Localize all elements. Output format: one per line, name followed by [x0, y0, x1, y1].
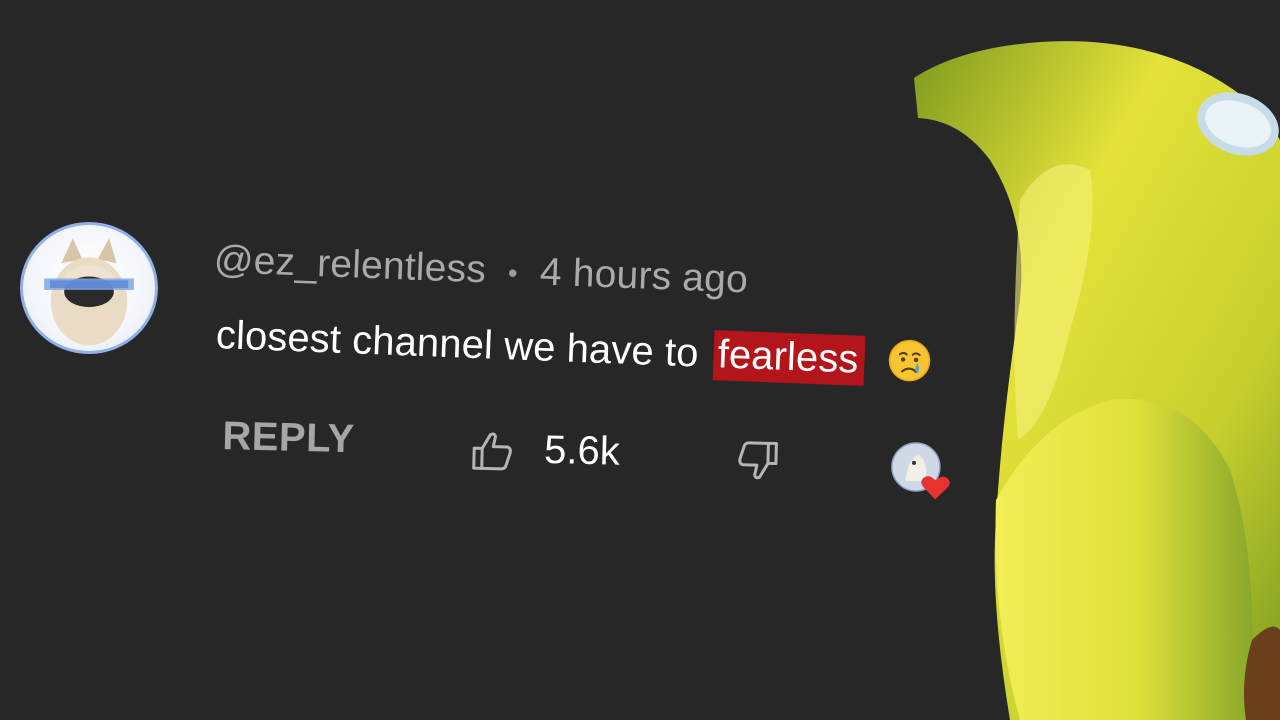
like-count: 5.6k: [543, 427, 621, 474]
meta-separator: •: [507, 257, 519, 289]
avatar-cat-image: [44, 238, 134, 346]
reply-button[interactable]: REPLY: [222, 414, 355, 462]
thumbnail-stage: @ez_relentless • 4 hours ago closest chann…: [0, 0, 1280, 720]
comment-text-highlight: fearless: [712, 330, 866, 386]
comment-username[interactable]: @ez_relentless: [213, 238, 487, 291]
comment-timestamp[interactable]: 4 hours ago: [539, 251, 749, 302]
comment-text: closest channel we have to fearless: [215, 312, 932, 386]
comment-meta: @ez_relentless • 4 hours ago: [213, 238, 749, 302]
avatar[interactable]: [20, 222, 158, 354]
comment-actions: REPLY 5.6k: [221, 414, 983, 513]
banana-character-image: [900, 0, 1280, 720]
comment-text-main: closest channel we have to: [215, 313, 700, 376]
thumbs-down-icon[interactable]: [733, 437, 782, 486]
thumbs-up-icon[interactable]: [468, 426, 517, 475]
